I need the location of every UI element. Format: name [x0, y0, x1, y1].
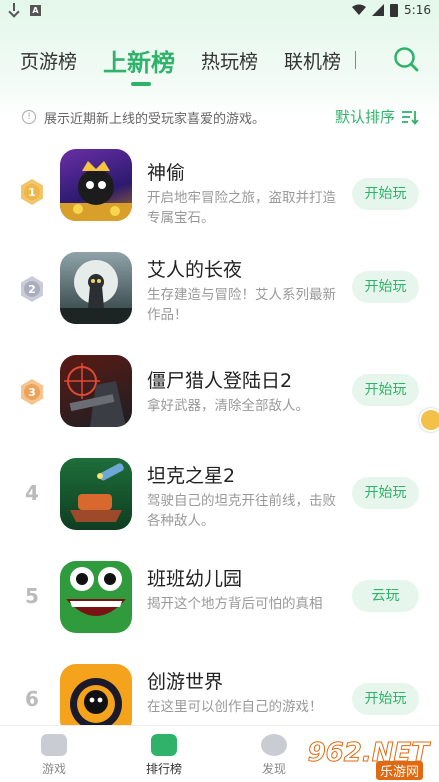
- game-thumbnail[interactable]: [60, 561, 132, 633]
- tab-divider: [355, 51, 357, 69]
- rank-number: 6: [25, 687, 39, 711]
- nav-rankings-label: 排行榜: [145, 762, 182, 776]
- list-item[interactable]: 2 艾人的长夜 生存建造与冒险！艾人系列最新作品！ 开始玩: [0, 251, 439, 331]
- nav-rankings[interactable]: 排行榜: [134, 734, 194, 777]
- list-item[interactable]: 4 坦克之星2 驾驶自己的坦克开往前线，击败各种敌人。 开始玩: [0, 457, 439, 537]
- tab-multiplayer[interactable]: 联机榜: [284, 47, 341, 74]
- play-button[interactable]: 开始玩: [352, 178, 419, 210]
- status-bar: A 5:16: [0, 0, 439, 22]
- game-title: 坦克之星2: [147, 465, 236, 487]
- bronze-medal-icon: 3: [21, 379, 43, 405]
- floating-assistant-icon[interactable]: [419, 408, 439, 432]
- ranking-icon: [151, 734, 177, 756]
- play-button[interactable]: 开始玩: [352, 374, 419, 406]
- game-description: 拿好武器，清除全部敌人。: [147, 398, 309, 414]
- sort-button[interactable]: 默认排序: [335, 106, 419, 127]
- game-description: 驾驶自己的坦克开往前线，击败各种敌人。: [147, 493, 336, 529]
- info-text: 展示近期新上线的受玩家喜爱的游戏。: [44, 111, 266, 127]
- signal-icon: [372, 4, 385, 16]
- sort-label: 默认排序: [334, 108, 395, 126]
- game-title: 艾人的长夜: [147, 259, 243, 281]
- game-title: 班班幼儿园: [147, 568, 243, 590]
- play-button[interactable]: 开始玩: [352, 477, 419, 509]
- game-thumbnail[interactable]: [60, 252, 132, 324]
- top-tab-bar: 页游榜 上新榜 热玩榜 联机榜: [20, 38, 439, 86]
- sort-icon: [402, 110, 419, 125]
- list-item[interactable]: 5 班班幼儿园 揭开这个地方背后可怕的真相 云玩: [0, 560, 439, 640]
- game-art-thief: [60, 161, 132, 221]
- tab-hot-games[interactable]: 热玩榜: [201, 47, 258, 74]
- gamepad-icon: [41, 734, 67, 756]
- nav-games[interactable]: 游戏: [24, 734, 84, 777]
- svg-text:1: 1: [28, 186, 36, 199]
- svg-text:3: 3: [28, 386, 36, 399]
- nav-discover[interactable]: 发现: [244, 734, 304, 777]
- game-thumbnail[interactable]: [60, 458, 132, 530]
- game-description: 生存建造与冒险！艾人系列最新作品！: [147, 287, 336, 323]
- site-watermark: 962.NET 乐游网: [307, 736, 435, 780]
- list-item[interactable]: 1 神偷 开启地牢冒险之旅，盗取并打造专属宝石。 开始玩: [0, 148, 439, 228]
- game-title: 神偷: [147, 162, 186, 184]
- discover-icon: [261, 734, 287, 756]
- tab-web-games[interactable]: 页游榜: [20, 47, 77, 74]
- game-title: 僵尸猎人登陆日2: [147, 370, 293, 392]
- game-thumbnail[interactable]: [60, 355, 132, 427]
- bottom-nav: 游戏 排行榜 发现 962.NET 乐游网: [0, 725, 439, 782]
- rank-number: 5: [25, 584, 39, 608]
- game-art-zombie-hunter: [64, 363, 126, 427]
- info-bar: ! 展示近期新上线的受玩家喜爱的游戏。 默认排序: [22, 106, 419, 128]
- svg-text:2: 2: [28, 283, 36, 296]
- game-title: 创游世界: [147, 671, 224, 693]
- gold-medal-icon: 1: [21, 179, 43, 205]
- list-item[interactable]: 3 僵尸猎人登陆日2 拿好武器，清除全部敌人。 开始玩: [0, 354, 439, 434]
- tab-new-releases[interactable]: 上新榜: [103, 43, 176, 86]
- battery-icon: [390, 3, 399, 17]
- nav-discover-label: 发现: [261, 762, 286, 776]
- play-button[interactable]: 开始玩: [352, 271, 419, 303]
- cloud-play-button[interactable]: 云玩: [352, 580, 419, 612]
- game-description: 在这里可以创作自己的游戏！: [147, 699, 323, 715]
- game-art-banban: [66, 567, 126, 616]
- a-notification-icon: A: [30, 4, 41, 16]
- nav-games-label: 游戏: [41, 762, 66, 776]
- status-time: 5:16: [404, 3, 431, 17]
- watermark-site-name: 乐游网: [375, 761, 423, 780]
- search-icon[interactable]: [393, 46, 419, 72]
- game-description: 开启地牢冒险之旅，盗取并打造专属宝石。: [147, 190, 336, 226]
- download-icon: [8, 3, 20, 17]
- silver-medal-icon: 2: [21, 276, 43, 302]
- tab-new-releases-label: 上新榜: [103, 48, 176, 77]
- game-art-tank-star: [70, 463, 124, 522]
- game-description: 揭开这个地方背后可怕的真相: [147, 596, 323, 612]
- play-button[interactable]: 开始玩: [352, 683, 419, 715]
- active-tab-indicator: [131, 81, 152, 86]
- wifi-icon: [352, 4, 367, 15]
- game-art-long-night: [60, 260, 132, 324]
- info-icon: !: [22, 110, 36, 124]
- rank-number: 4: [25, 481, 39, 505]
- game-thumbnail[interactable]: [60, 149, 132, 221]
